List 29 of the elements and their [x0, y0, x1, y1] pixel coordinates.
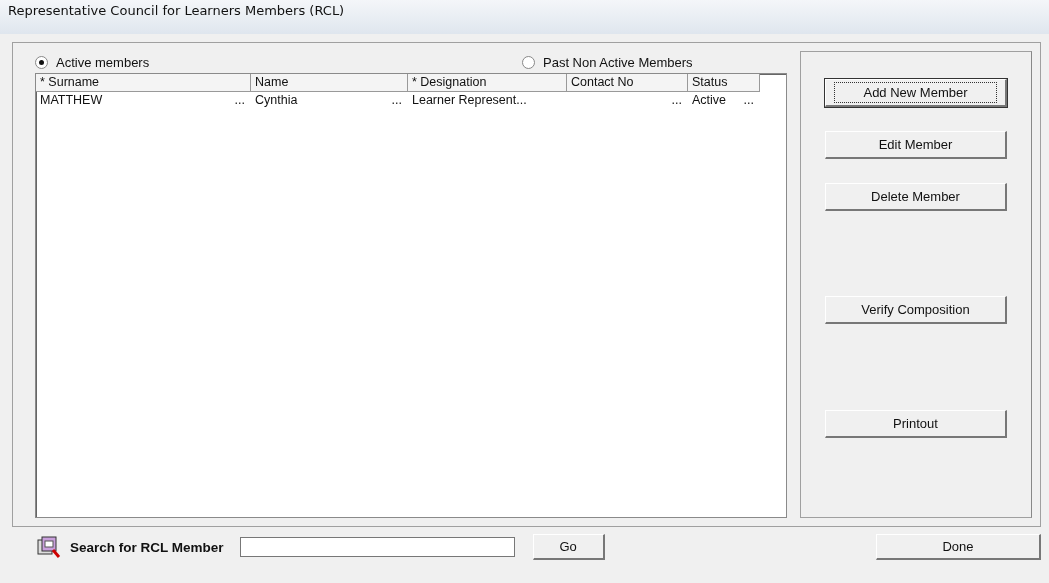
more-button[interactable]: ... [743, 93, 756, 109]
action-button[interactable]: Add New Member [825, 79, 1007, 107]
column-header[interactable]: Contact No [567, 74, 688, 92]
table-cell: Learner Represent... [412, 93, 527, 109]
window-title: Representative Council for Learners Members (RCL) [8, 3, 345, 18]
column-header[interactable]: Name [251, 74, 408, 92]
radio-button[interactable] [522, 55, 535, 69]
more-button[interactable]: ... [234, 93, 247, 109]
action-button[interactable]: Printout [825, 410, 1007, 438]
action-button[interactable]: Verify Composition [825, 296, 1007, 324]
search-label: Search for RCL Member [70, 539, 224, 555]
radio-button[interactable] [35, 55, 48, 69]
more-button[interactable]: ... [391, 93, 404, 109]
radio-label[interactable]: Active members [56, 54, 150, 70]
column-header[interactable]: * Designation [408, 74, 567, 92]
table-cell: MATTHEW [40, 93, 103, 109]
search-field[interactable] [239, 537, 515, 557]
go-button[interactable]: Go [532, 534, 605, 560]
action-button[interactable]: Delete Member [825, 183, 1007, 211]
action-button[interactable]: Edit Member [825, 131, 1007, 159]
search-icon [36, 535, 62, 559]
done-button[interactable]: Done [876, 534, 1041, 560]
column-header[interactable]: Status [688, 74, 760, 92]
table-cell: Active [692, 93, 727, 109]
column-header[interactable]: * Surname [36, 74, 251, 92]
table-row[interactable]: MATTHEW ... Cynthia ... Learner Represent... ... Active ... [36, 92, 786, 110]
more-button[interactable]: ... [671, 93, 684, 109]
radio-label[interactable]: Past Non Active Members [543, 54, 693, 70]
table-cell: Cynthia [255, 93, 298, 109]
